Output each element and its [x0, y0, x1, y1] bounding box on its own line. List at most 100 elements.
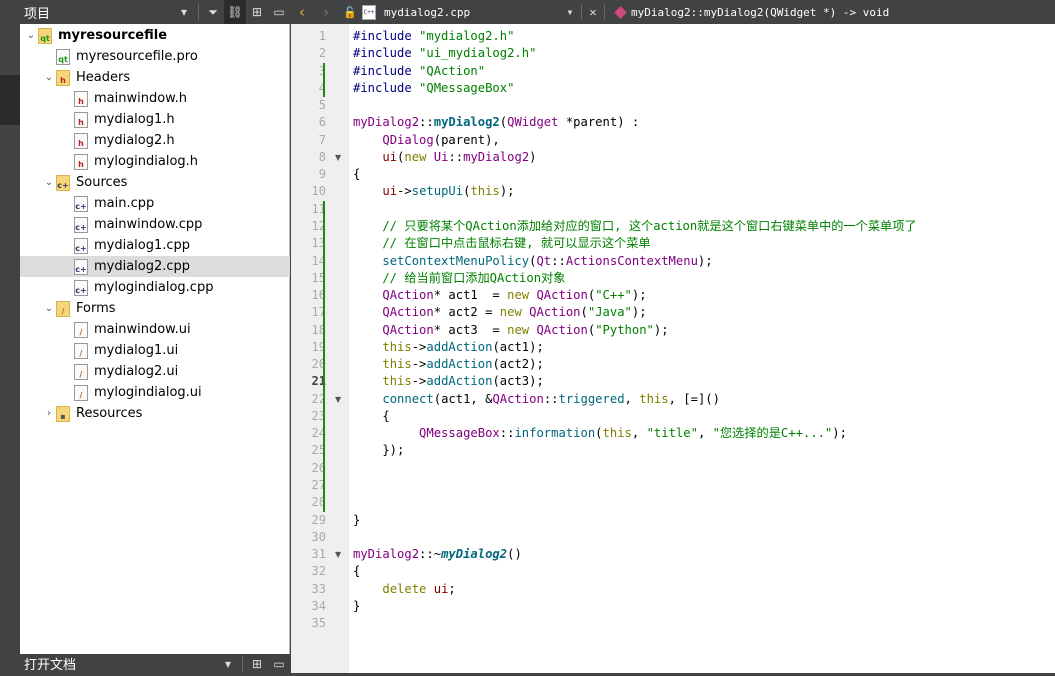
fold-marker-icon[interactable]: ▼: [335, 546, 341, 563]
line-number: 23: [311, 408, 326, 423]
tree-item[interactable]: / mainwindow.ui: [20, 319, 290, 340]
code-token: (parent),: [433, 132, 500, 147]
code-token: addAction: [426, 339, 493, 354]
code-token: this: [382, 357, 412, 372]
code-token: #include: [353, 29, 412, 43]
code-line: #include "QMessageBox": [353, 80, 514, 97]
tree-item[interactable]: c+ mainwindow.cpp: [20, 214, 290, 235]
code-token: QAction: [382, 305, 434, 320]
tree-item-label: Forms: [76, 301, 116, 316]
tree-item[interactable]: h mylogindialog.h: [20, 151, 290, 172]
code-token: ActionsContextMenu: [565, 253, 698, 268]
chevron-right-icon[interactable]: ›: [42, 408, 56, 419]
line-number: 34: [311, 598, 326, 613]
chevron-down-icon[interactable]: ⌄: [24, 30, 38, 41]
code-line: QAction* act3 = new QAction("Python");: [353, 322, 668, 339]
line-number: 14: [311, 253, 326, 268]
line-number: 33: [311, 581, 326, 596]
open-documents-title[interactable]: 打开文档: [20, 654, 217, 673]
tree-item[interactable]: h mydialog1.h: [20, 109, 290, 130]
code-line: });: [353, 442, 404, 459]
code-token: "ui_mydialog2.h": [419, 46, 537, 61]
file-selector[interactable]: C++ mydialog2.cpp: [362, 4, 562, 20]
code-token: new: [507, 288, 530, 303]
tree-item-label: mainwindow.h: [94, 91, 187, 106]
code-line: #include "ui_mydialog2.h": [353, 45, 536, 62]
line-number: 10: [311, 184, 326, 199]
tree-item[interactable]: › ▪ Resources: [20, 403, 290, 424]
link-icon[interactable]: ⛓: [224, 0, 246, 24]
tree-item[interactable]: / mydialog2.ui: [20, 361, 290, 382]
line-number: 5: [318, 98, 326, 113]
tree-item[interactable]: c+ main.cpp: [20, 193, 290, 214]
chevron-down-icon[interactable]: ⌄: [42, 72, 56, 83]
code-token: #include: [353, 46, 412, 61]
source-folder-icon: c+: [56, 174, 70, 191]
mode-bar-active[interactable]: [0, 75, 20, 125]
tree-item[interactable]: c+ mylogindialog.cpp: [20, 277, 290, 298]
header-file-icon: h: [74, 90, 88, 107]
project-panel-title[interactable]: 项目: [20, 3, 173, 22]
tree-item-label: Sources: [76, 175, 128, 190]
line-number: 32: [311, 564, 326, 579]
code-token: (: [580, 305, 588, 320]
close-panel-icon[interactable]: ▭: [268, 652, 290, 676]
code-token: connect: [382, 391, 434, 406]
filter-icon[interactable]: ⏷: [202, 0, 224, 24]
code-token: ::: [543, 391, 559, 406]
split-add-icon[interactable]: ⊞: [246, 652, 268, 676]
chevron-down-icon[interactable]: ⌄: [42, 303, 56, 314]
line-number: 4: [291, 80, 326, 97]
back-icon[interactable]: ‹: [290, 3, 314, 21]
line-number: 24: [311, 426, 326, 441]
tree-item[interactable]: / mylogindialog.ui: [20, 382, 290, 403]
tree-item[interactable]: ⌄ qt myresourcefile: [20, 25, 290, 46]
tree-item[interactable]: ⌄ h Headers: [20, 67, 290, 88]
line-number: 6: [318, 115, 326, 130]
chevron-down-icon[interactable]: ▾: [217, 652, 239, 676]
cpp-file-icon: C++: [362, 4, 376, 20]
code-token: );: [499, 184, 515, 199]
split-add-icon[interactable]: ⊞: [246, 0, 268, 24]
cpp-file-icon: c+: [74, 237, 88, 254]
tree-item[interactable]: c+ mydialog2.cpp: [20, 256, 290, 277]
tree-item[interactable]: / mydialog1.ui: [20, 340, 290, 361]
chevron-down-icon[interactable]: ⌄: [42, 177, 56, 188]
line-number: 9: [318, 167, 326, 182]
code-token: ui: [382, 149, 398, 164]
close-icon[interactable]: ✕: [585, 0, 601, 24]
tree-item-label: mydialog2.ui: [94, 364, 179, 379]
chevron-down-icon[interactable]: ▾: [562, 0, 578, 24]
tree-item[interactable]: h mydialog2.h: [20, 130, 290, 151]
symbol-selector[interactable]: myDialog2::myDialog2(QWidget *) -> void: [631, 6, 889, 19]
tree-item[interactable]: qt myresourcefile.pro: [20, 46, 290, 67]
open-documents-header: 打开文档 ▾ ⊞ ▭: [20, 654, 290, 673]
line-number: 26: [311, 460, 326, 475]
tree-item[interactable]: h mainwindow.h: [20, 88, 290, 109]
tree-item[interactable]: c+ mydialog1.cpp: [20, 235, 290, 256]
code-editor[interactable]: #include "mydialog2.h" #include "ui_mydia…: [349, 24, 1055, 673]
code-token: ->: [411, 374, 427, 389]
divider: [198, 4, 199, 20]
forward-icon[interactable]: ›: [314, 3, 338, 21]
code-token: ): [529, 149, 537, 164]
tree-item[interactable]: ⌄ / Forms: [20, 298, 290, 319]
header-file-icon: h: [74, 111, 88, 128]
code-line: QDialog(parent),: [353, 132, 500, 149]
code-token: this: [382, 374, 412, 389]
close-panel-icon[interactable]: ▭: [268, 0, 290, 24]
code-token: *parent) :: [558, 115, 640, 130]
code-token: myDialog2: [433, 115, 500, 130]
fold-marker-icon[interactable]: ▼: [335, 391, 341, 408]
code-line: QMessageBox::information(this, "title", …: [353, 425, 847, 442]
fold-marker-icon[interactable]: ▼: [335, 149, 341, 166]
tree-item[interactable]: ⌄ c+ Sources: [20, 172, 290, 193]
code-token: ui: [382, 184, 398, 199]
chevron-down-icon[interactable]: ▾: [173, 0, 195, 24]
